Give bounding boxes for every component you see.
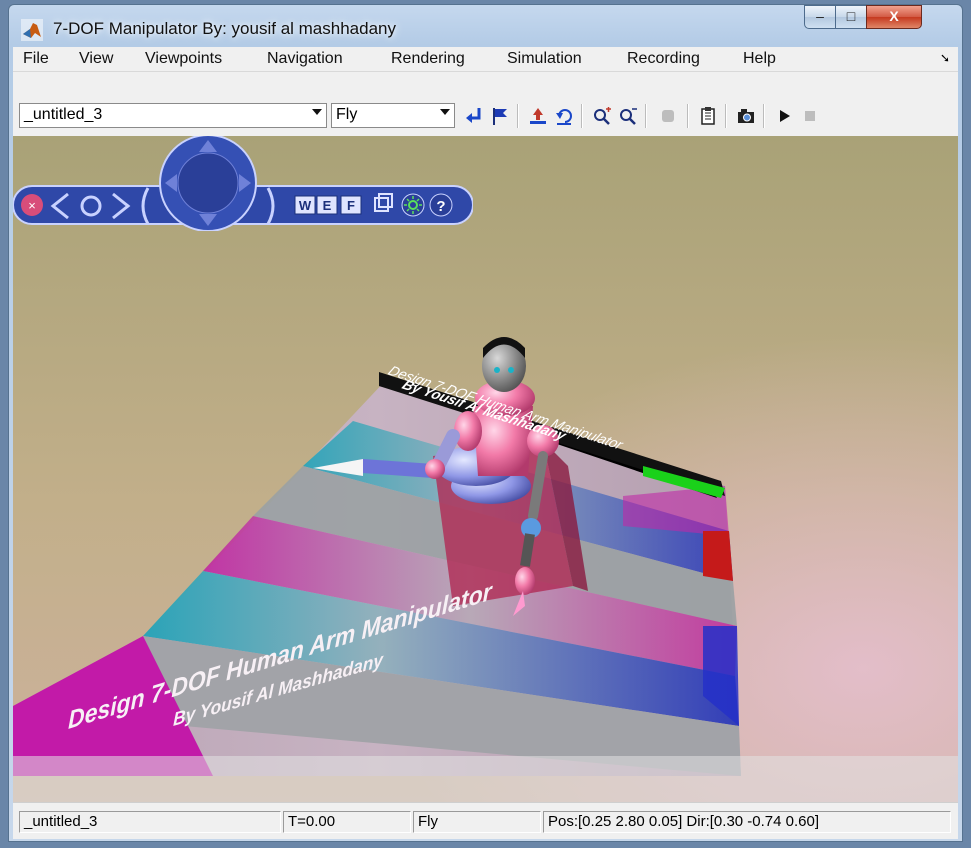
toolbar: _untitled_3 Fly xyxy=(13,72,958,136)
fly-mode-button[interactable]: F xyxy=(340,195,362,215)
menu-overflow-icon[interactable]: ➘ xyxy=(940,51,950,65)
camera-icon[interactable] xyxy=(735,105,757,127)
close-button[interactable]: X xyxy=(866,5,922,29)
flag-icon[interactable] xyxy=(489,105,511,127)
zoom-out-icon[interactable] xyxy=(617,105,639,127)
headlight-disabled-icon[interactable] xyxy=(657,105,679,127)
chevron-down-icon xyxy=(440,109,450,115)
menu-simulation[interactable]: Simulation xyxy=(507,50,582,68)
status-time: T=0.00 xyxy=(283,811,411,833)
stop-icon[interactable] xyxy=(799,105,821,127)
status-viewpoint: _untitled_3 xyxy=(19,811,281,833)
window-title: 7-DOF Manipulator By: yousif al mashhada… xyxy=(53,19,396,38)
menu-navigation[interactable]: Navigation xyxy=(267,50,343,68)
toolbar-separator xyxy=(687,104,689,128)
toolbar-separator xyxy=(581,104,583,128)
walk-mode-label: W xyxy=(299,198,312,213)
play-icon[interactable] xyxy=(773,105,795,127)
menu-file[interactable]: File xyxy=(23,50,49,68)
clipboard-icon[interactable] xyxy=(697,105,719,127)
status-bar: _untitled_3 T=0.00 Fly Pos:[0.25 2.80 0.… xyxy=(13,802,958,839)
navigation-mode-value: Fly xyxy=(336,106,358,123)
walk-mode-button[interactable]: W xyxy=(294,195,316,215)
help-icon: ? xyxy=(436,198,445,215)
close-nav-button[interactable]: × xyxy=(21,194,43,216)
return-to-viewpoint-icon[interactable] xyxy=(463,105,485,127)
maximize-button[interactable]: □ xyxy=(835,5,867,29)
toolbar-separator xyxy=(517,104,519,128)
menu-recording[interactable]: Recording xyxy=(627,50,700,68)
application-window: 7-DOF Manipulator By: yousif al mashhada… xyxy=(8,4,963,842)
toolbar-separator xyxy=(725,104,727,128)
status-mode: Fly xyxy=(413,811,541,833)
toolbar-separator xyxy=(763,104,765,128)
examine-mode-button[interactable]: E xyxy=(316,195,338,215)
matlab-logo-icon xyxy=(21,19,43,41)
headlight-icon[interactable] xyxy=(401,193,425,217)
menu-viewpoints[interactable]: Viewpoints xyxy=(145,50,222,68)
navigation-mode-select[interactable]: Fly xyxy=(331,103,455,128)
status-position: Pos:[0.25 2.80 0.05] Dir:[0.30 -0.74 0.6… xyxy=(543,811,951,833)
zoom-in-icon[interactable] xyxy=(591,105,613,127)
menu-view[interactable]: View xyxy=(79,50,113,68)
navigation-panel: × W E F ? xyxy=(13,136,473,231)
toolbar-separator xyxy=(645,104,647,128)
help-button[interactable]: ? xyxy=(429,193,453,217)
examine-mode-label: E xyxy=(323,198,332,213)
menu-rendering[interactable]: Rendering xyxy=(391,50,465,68)
title-bar[interactable]: 7-DOF Manipulator By: yousif al mashhada… xyxy=(9,5,962,47)
viewpoint-select[interactable]: _untitled_3 xyxy=(19,103,327,128)
undo-move-icon[interactable] xyxy=(553,105,575,127)
viewpoint-select-value: _untitled_3 xyxy=(24,106,103,123)
close-icon: × xyxy=(28,198,36,213)
3d-viewport[interactable]: Design 7-DOF Human Arm Manipulator By Yo… xyxy=(13,136,958,802)
straighten-up-icon[interactable] xyxy=(527,105,549,127)
scene-canvas: Design 7-DOF Human Arm Manipulator By Yo… xyxy=(13,136,958,802)
minimize-button[interactable]: – xyxy=(804,5,836,29)
chevron-down-icon xyxy=(312,109,322,115)
menu-bar: File View Viewpoints Navigation Renderin… xyxy=(13,47,958,72)
fly-mode-label: F xyxy=(347,198,355,213)
menu-help[interactable]: Help xyxy=(743,50,776,68)
